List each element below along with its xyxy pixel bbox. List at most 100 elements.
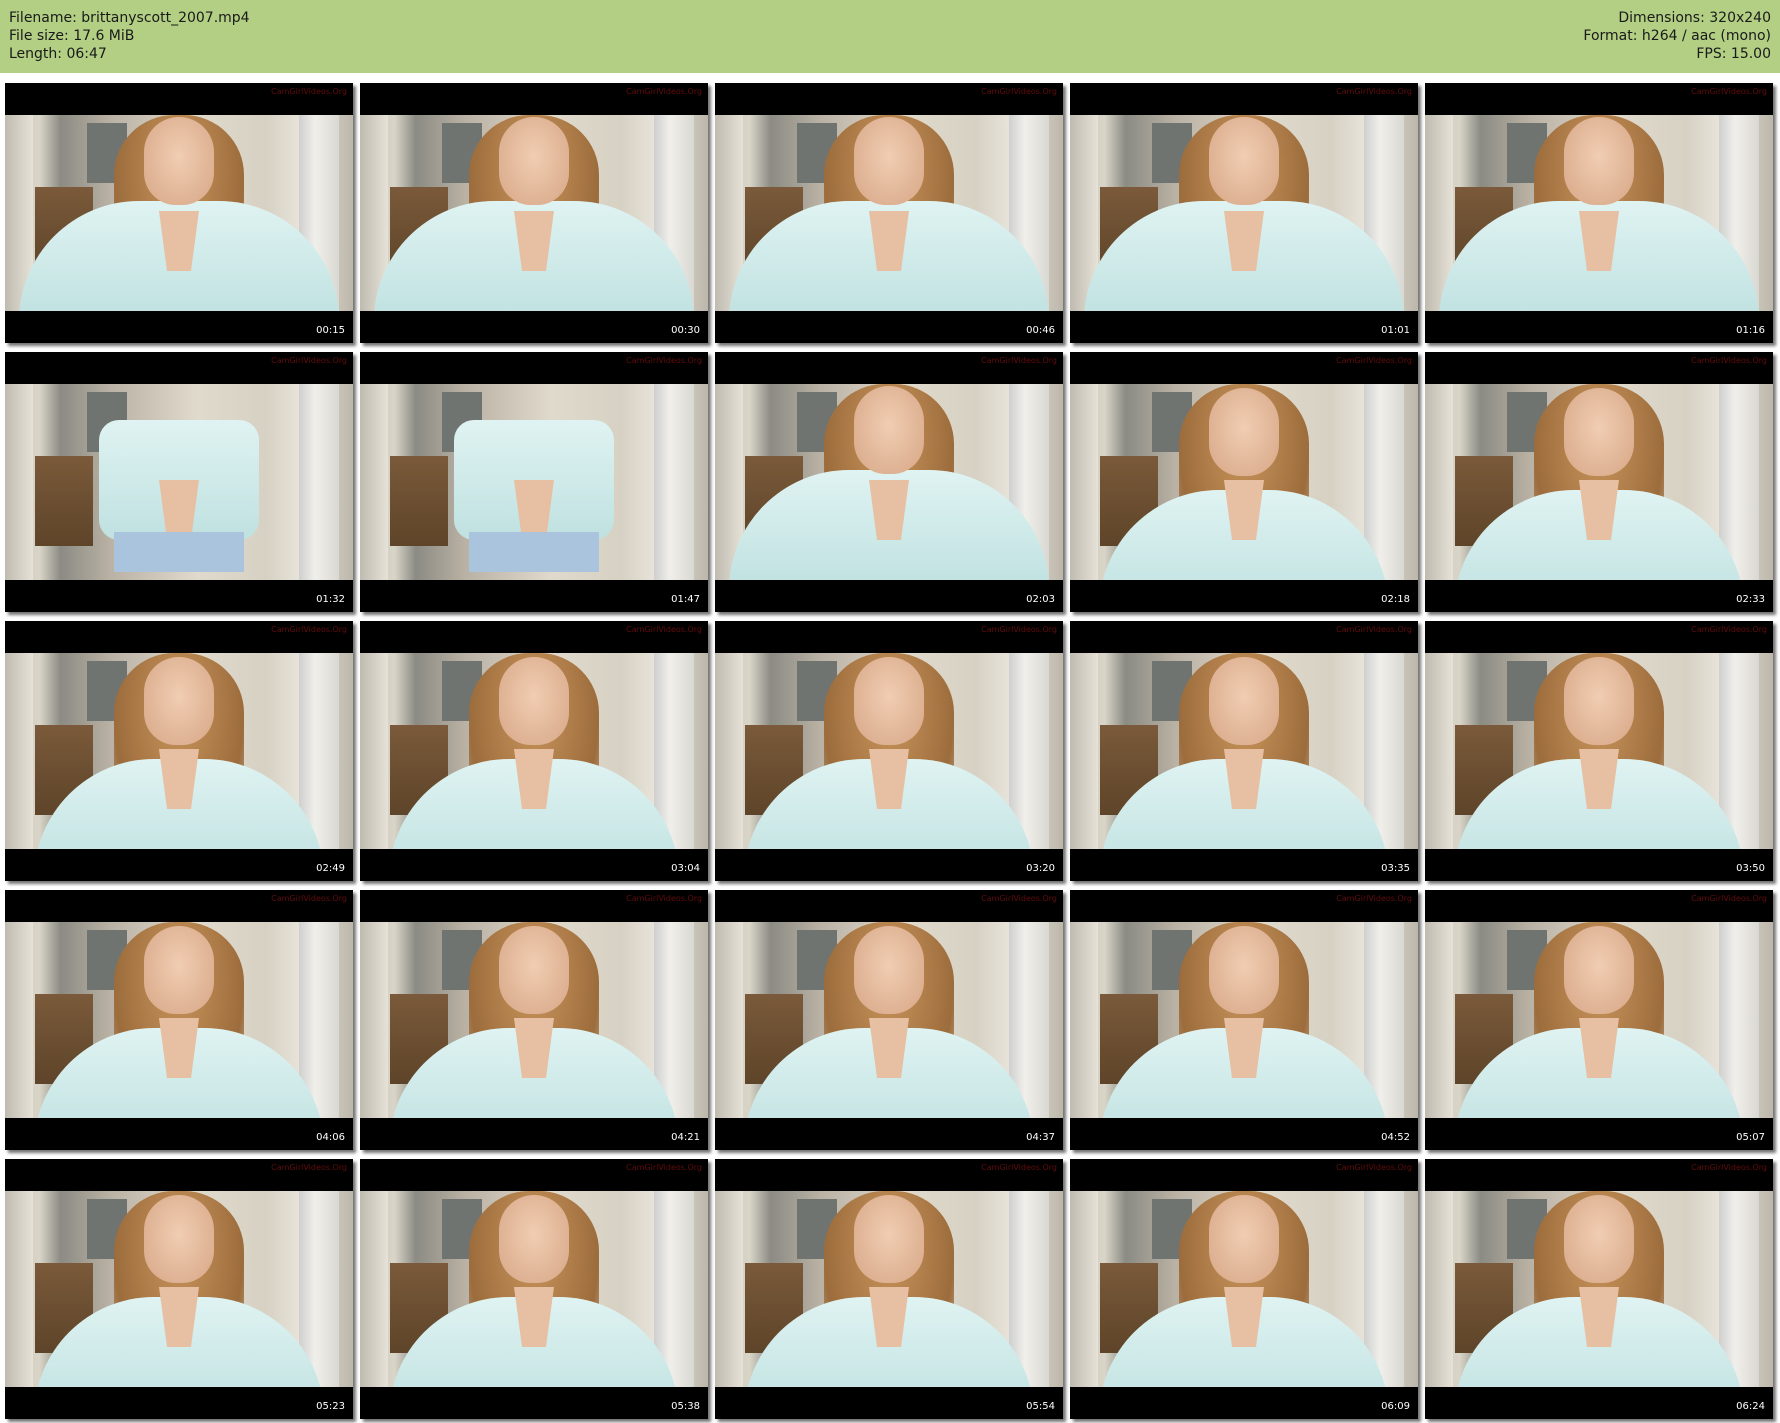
video-frame-image [5, 384, 353, 580]
video-thumbnail: CamGirlVideos.Org 04:37 [715, 890, 1063, 1150]
dimensions-text: Dimensions: 320x240 [1618, 10, 1771, 26]
video-thumbnail: CamGirlVideos.Org 01:16 [1425, 83, 1773, 343]
info-header: Filename: brittanyscott_2007.mp4 File si… [0, 0, 1780, 73]
frame-timestamp: 01:01 [1381, 325, 1410, 336]
video-thumbnail: CamGirlVideos.Org 03:04 [360, 621, 708, 881]
video-frame-image [360, 115, 708, 311]
video-frame-image [5, 115, 353, 311]
watermark-text: CamGirlVideos.Org [1336, 356, 1412, 365]
frame-timestamp: 05:07 [1736, 1132, 1765, 1143]
format-text: Format: h264 / aac (mono) [1583, 28, 1771, 44]
frame-timestamp: 06:24 [1736, 1401, 1765, 1412]
video-frame-image [1070, 922, 1418, 1118]
video-thumbnail: CamGirlVideos.Org 05:23 [5, 1159, 353, 1419]
video-thumbnail: CamGirlVideos.Org 06:09 [1070, 1159, 1418, 1419]
video-thumbnail: CamGirlVideos.Org 03:50 [1425, 621, 1773, 881]
video-thumbnail: CamGirlVideos.Org 02:03 [715, 352, 1063, 612]
video-frame-image [1425, 922, 1773, 1118]
video-frame-image [715, 115, 1063, 311]
watermark-text: CamGirlVideos.Org [1336, 1163, 1412, 1172]
video-thumbnail: CamGirlVideos.Org 05:38 [360, 1159, 708, 1419]
video-frame-image [360, 1191, 708, 1387]
video-info: Dimensions: 320x240 Format: h264 / aac (… [1583, 9, 1771, 63]
video-frame-image [1425, 115, 1773, 311]
video-thumbnail: CamGirlVideos.Org 05:07 [1425, 890, 1773, 1150]
video-frame-image [1070, 115, 1418, 311]
watermark-text: CamGirlVideos.Org [1691, 87, 1767, 96]
frame-timestamp: 01:16 [1736, 325, 1765, 336]
frame-timestamp: 00:30 [671, 325, 700, 336]
video-thumbnail: CamGirlVideos.Org 02:18 [1070, 352, 1418, 612]
watermark-text: CamGirlVideos.Org [271, 87, 347, 96]
watermark-text: CamGirlVideos.Org [626, 356, 702, 365]
video-thumbnail: CamGirlVideos.Org 01:47 [360, 352, 708, 612]
frame-timestamp: 01:32 [316, 594, 345, 605]
video-thumbnail: CamGirlVideos.Org 06:24 [1425, 1159, 1773, 1419]
video-frame-image [5, 653, 353, 849]
video-thumbnail: CamGirlVideos.Org 04:21 [360, 890, 708, 1150]
frame-timestamp: 04:21 [671, 1132, 700, 1143]
frame-timestamp: 02:33 [1736, 594, 1765, 605]
watermark-text: CamGirlVideos.Org [1336, 87, 1412, 96]
video-frame-image [1070, 384, 1418, 580]
video-frame-image [1425, 653, 1773, 849]
watermark-text: CamGirlVideos.Org [1691, 894, 1767, 903]
watermark-text: CamGirlVideos.Org [626, 87, 702, 96]
watermark-text: CamGirlVideos.Org [1336, 625, 1412, 634]
length-text: Length: 06:47 [9, 46, 107, 62]
watermark-text: CamGirlVideos.Org [981, 87, 1057, 96]
video-frame-image [360, 653, 708, 849]
video-frame-image [715, 1191, 1063, 1387]
video-thumbnail: CamGirlVideos.Org 02:49 [5, 621, 353, 881]
frame-timestamp: 02:03 [1026, 594, 1055, 605]
video-frame-image [715, 384, 1063, 580]
watermark-text: CamGirlVideos.Org [981, 894, 1057, 903]
frame-timestamp: 00:15 [316, 325, 345, 336]
video-thumbnail: CamGirlVideos.Org 00:15 [5, 83, 353, 343]
watermark-text: CamGirlVideos.Org [1336, 894, 1412, 903]
watermark-text: CamGirlVideos.Org [1691, 625, 1767, 634]
video-thumbnail: CamGirlVideos.Org 00:30 [360, 83, 708, 343]
watermark-text: CamGirlVideos.Org [981, 625, 1057, 634]
video-frame-image [1070, 1191, 1418, 1387]
frame-timestamp: 05:23 [316, 1401, 345, 1412]
video-thumbnail: CamGirlVideos.Org 03:20 [715, 621, 1063, 881]
filesize-text: File size: 17.6 MiB [9, 28, 135, 44]
watermark-text: CamGirlVideos.Org [626, 1163, 702, 1172]
video-frame-image [360, 384, 708, 580]
video-frame-image [360, 922, 708, 1118]
frame-timestamp: 05:38 [671, 1401, 700, 1412]
watermark-text: CamGirlVideos.Org [1691, 356, 1767, 365]
filename-text: Filename: brittanyscott_2007.mp4 [9, 10, 250, 26]
frame-timestamp: 04:52 [1381, 1132, 1410, 1143]
frame-timestamp: 03:04 [671, 863, 700, 874]
video-thumbnail: CamGirlVideos.Org 02:33 [1425, 352, 1773, 612]
frame-timestamp: 00:46 [1026, 325, 1055, 336]
video-thumbnail: CamGirlVideos.Org 04:52 [1070, 890, 1418, 1150]
frame-timestamp: 02:18 [1381, 594, 1410, 605]
video-thumbnail: CamGirlVideos.Org 05:54 [715, 1159, 1063, 1419]
frame-timestamp: 05:54 [1026, 1401, 1055, 1412]
video-thumbnail: CamGirlVideos.Org 04:06 [5, 890, 353, 1150]
video-frame-image [5, 1191, 353, 1387]
video-frame-image [715, 653, 1063, 849]
frame-timestamp: 01:47 [671, 594, 700, 605]
watermark-text: CamGirlVideos.Org [271, 1163, 347, 1172]
video-thumbnail: CamGirlVideos.Org 03:35 [1070, 621, 1418, 881]
video-frame-image [5, 922, 353, 1118]
frame-timestamp: 04:06 [316, 1132, 345, 1143]
frame-timestamp: 03:20 [1026, 863, 1055, 874]
frame-timestamp: 04:37 [1026, 1132, 1055, 1143]
watermark-text: CamGirlVideos.Org [271, 894, 347, 903]
frame-timestamp: 03:50 [1736, 863, 1765, 874]
watermark-text: CamGirlVideos.Org [981, 1163, 1057, 1172]
watermark-text: CamGirlVideos.Org [271, 356, 347, 365]
frame-timestamp: 02:49 [316, 863, 345, 874]
fps-text: FPS: 15.00 [1696, 46, 1771, 62]
watermark-text: CamGirlVideos.Org [1691, 1163, 1767, 1172]
watermark-text: CamGirlVideos.Org [626, 894, 702, 903]
watermark-text: CamGirlVideos.Org [271, 625, 347, 634]
video-frame-image [1070, 653, 1418, 849]
frame-timestamp: 06:09 [1381, 1401, 1410, 1412]
file-info: Filename: brittanyscott_2007.mp4 File si… [9, 9, 250, 63]
